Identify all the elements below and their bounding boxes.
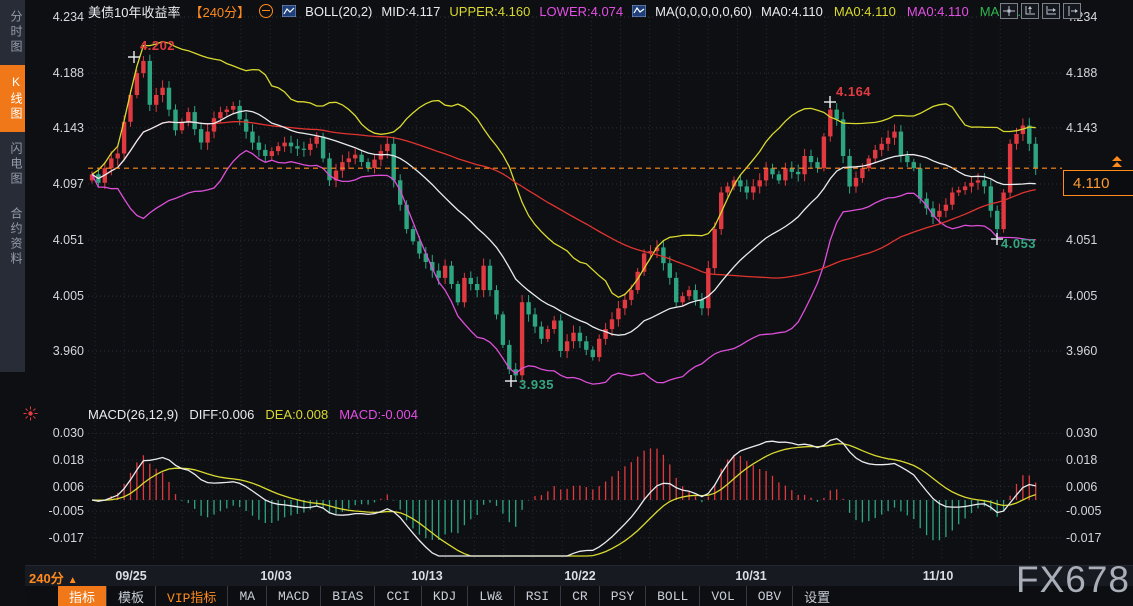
x-axis-date: 10/22: [564, 569, 595, 583]
toolbar-tab-设置[interactable]: 设置: [792, 586, 841, 606]
last-price-box[interactable]: 4.110: [1063, 170, 1133, 196]
chart-canvas[interactable]: [0, 0, 1133, 606]
x-axis-date: 11/10: [923, 569, 954, 583]
x-axis-date: 10/03: [260, 569, 291, 583]
sidebar-item-2[interactable]: K线图: [0, 65, 25, 132]
ma-legend-chart-icon[interactable]: [632, 5, 646, 17]
x-axis-date: 10/31: [735, 569, 766, 583]
toolbar-tab-PSY[interactable]: PSY: [599, 586, 645, 606]
last-price-value: 4.110: [1073, 175, 1109, 192]
toolbar-tab-模板[interactable]: 模板: [106, 586, 155, 606]
toolbar-tab-RSI[interactable]: RSI: [514, 586, 560, 606]
pan-right-icon[interactable]: [1063, 3, 1081, 19]
axis-zoom-right-icon[interactable]: [1042, 3, 1060, 19]
ma-label: MA(0,0,0,0,0,60): [655, 4, 752, 19]
ma-value-1: MA0:4.110: [761, 4, 823, 19]
boll-mid-value: MID:4.117: [381, 4, 440, 19]
x-axis-date: 09/25: [115, 569, 146, 583]
toolbar-tab-MA[interactable]: MA: [227, 586, 266, 606]
watermark: FX678: [1016, 559, 1130, 601]
toolbar-tab-CR[interactable]: CR: [560, 586, 599, 606]
indicator-toolbar: 指标模板VIP指标MAMACDBIASCCIKDJLW&RSICRPSYBOLL…: [25, 586, 1133, 606]
boll-label: BOLL(20,2): [305, 4, 372, 19]
macd-dea-value: DEA:0.008: [265, 407, 328, 422]
x-axis-row: 240分 ▲ 09/25 10/03 10/13 10/22 10/31 11/10: [25, 565, 1133, 587]
macd-macd-value: MACD:-0.004: [339, 407, 418, 422]
toolbar-tab-BOLL[interactable]: BOLL: [645, 586, 699, 606]
toolbar-tab-KDJ[interactable]: KDJ: [421, 586, 467, 606]
toolbar-tab-MACD[interactable]: MACD: [266, 586, 320, 606]
macd-panel-icon[interactable]: [23, 406, 38, 426]
macd-header: MACD(26,12,9) DIFF:0.006 DEA:0.008 MACD:…: [88, 407, 418, 422]
chart-header: 美债10年收益率 【240分】 BOLL(20,2) MID:4.117 UPP…: [88, 3, 1028, 19]
crosshair-move-icon[interactable]: [1000, 3, 1018, 19]
x-axis-date: 10/13: [411, 569, 442, 583]
period-selector[interactable]: 240分 ▲: [29, 568, 78, 587]
collapse-period-icon[interactable]: [259, 4, 273, 18]
toolbar-tab-CCI[interactable]: CCI: [374, 586, 420, 606]
ma-value-2: MA0:4.110: [834, 4, 896, 19]
boll-lower-value: LOWER:4.074: [539, 4, 623, 19]
ma-values: MA0:4.110MA0:4.110MA0:4.110MA0:4.1: [761, 4, 1028, 19]
toolbar-spacer: [25, 586, 58, 606]
toolbar-tab-指标[interactable]: 指标: [58, 586, 106, 606]
macd-label: MACD(26,12,9): [88, 407, 178, 422]
axis-button-group: [1000, 3, 1081, 19]
toolbar-tab-VIP指标[interactable]: VIP指标: [155, 586, 227, 606]
macd-diff-value: DIFF:0.006: [189, 407, 254, 422]
sidebar-item-3[interactable]: 闪电图: [0, 132, 25, 197]
toolbar-tab-VOL[interactable]: VOL: [699, 586, 745, 606]
app-window: 分时图K线图闪电图合约资料 美债10年收益率 【240分】 BOLL(20,2)…: [0, 0, 1133, 606]
period-selector-label: 240分: [29, 571, 64, 586]
double-up-triangle-icon[interactable]: [1112, 156, 1122, 168]
sidebar-item-4[interactable]: 合约资料: [0, 197, 25, 277]
left-sidebar: 分时图K线图闪电图合约资料: [0, 0, 25, 372]
instrument-title: 美债10年收益率: [88, 2, 180, 21]
boll-upper-value: UPPER:4.160: [449, 4, 530, 19]
ma-value-3: MA0:4.110: [907, 4, 969, 19]
toolbar-tab-LW&[interactable]: LW&: [467, 586, 513, 606]
period-badge[interactable]: 【240分】: [189, 2, 250, 21]
toolbar-tab-OBV[interactable]: OBV: [746, 586, 792, 606]
boll-legend-chart-icon[interactable]: [282, 5, 296, 17]
sidebar-item-1[interactable]: 分时图: [0, 0, 25, 65]
axis-zoom-up-icon[interactable]: [1021, 3, 1039, 19]
up-triangle-icon: ▲: [68, 575, 78, 586]
toolbar-tab-BIAS[interactable]: BIAS: [320, 586, 374, 606]
